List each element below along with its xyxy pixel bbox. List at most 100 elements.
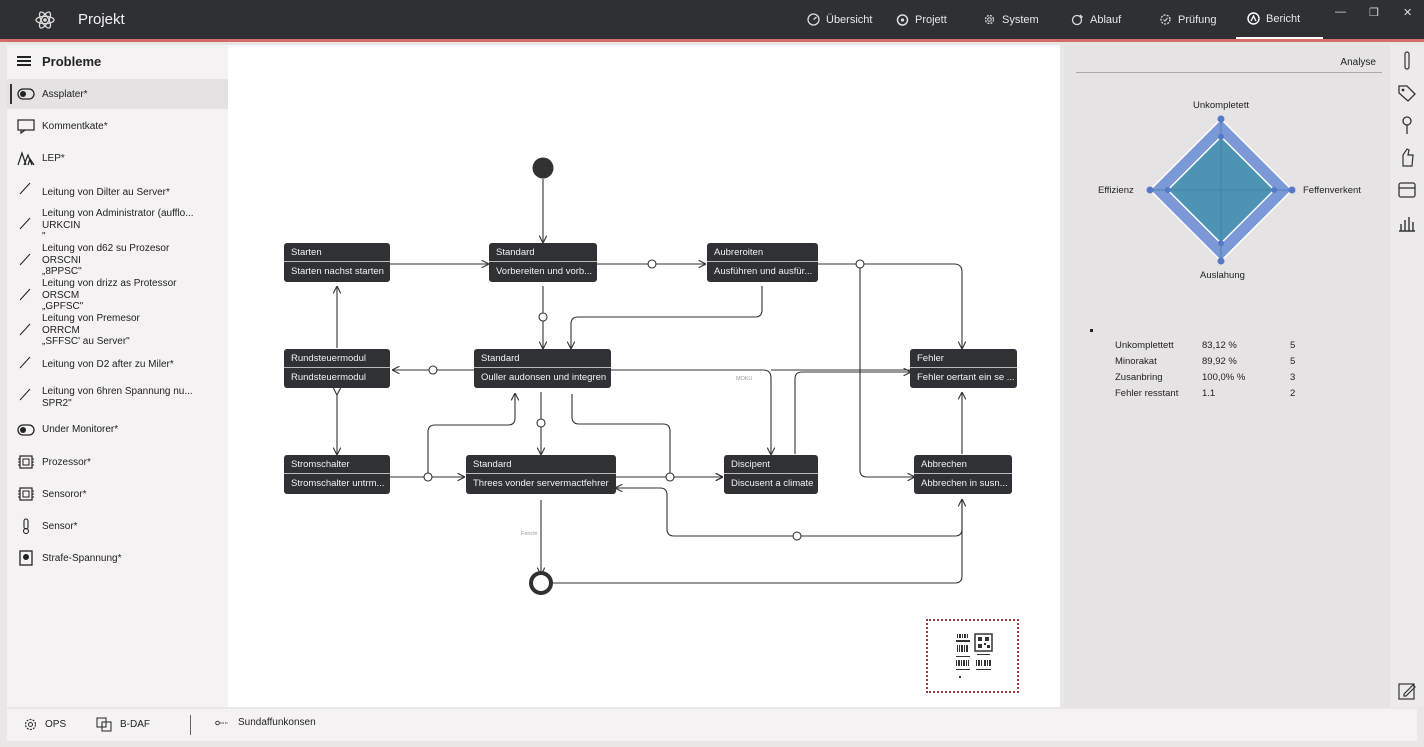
edge-discipent-fehler [794,372,910,454]
sidebar-item-strafe-spannung[interactable]: Strafe-Spannung* [7,543,228,573]
thumbs-icon[interactable] [1396,146,1418,168]
tab-ablauf[interactable]: Ablauf [1071,0,1121,39]
node-standard-2[interactable]: Standard Ouller audonsen und integren [474,349,611,388]
sidebar-item-assplater[interactable]: Assplater* [7,79,228,109]
square-icon [19,550,33,566]
app-title: Projekt [78,11,125,28]
sidebar-item-leitung-administrator[interactable]: Leitung von Administrator (aufflo... URK… [7,205,228,242]
node-standard-3[interactable]: Standard Threes vonder servermactfehrer [466,455,616,494]
scrollbar-handle-icon[interactable] [1396,50,1418,72]
sidebar-item-leitung-drizz[interactable]: Leitung von drizz as Protessor ORSCM „GP… [7,276,228,312]
menu-icon[interactable] [17,56,31,66]
sidebar-item-label: Kommentkate* [42,121,108,132]
bdaf-button[interactable]: B-DAF [96,717,150,732]
edge-aubreroiten-fehler [818,263,962,348]
node-abbrechen[interactable]: Abbrechen Abbrechen in susn... [914,455,1012,494]
sidebar-item-leitung-d62[interactable]: Leitung von d62 su Prozesor ORSCNI „8PPS… [7,241,228,277]
tab-label: Übersicht [826,13,873,26]
radar-point-inner [1218,133,1224,140]
bar-chart-icon[interactable] [1396,212,1418,234]
junction-node [792,531,802,541]
tab-pruefung[interactable]: Prüfung [1159,0,1217,39]
sidebar-item-kommentkate[interactable]: Kommentkate* [7,111,228,141]
gauge-icon [807,13,820,26]
chip-icon [18,487,34,501]
lep-icon [17,151,35,166]
junction-node [647,259,657,269]
stat-name: Fehler resstant [1115,388,1179,399]
node-stromschalter[interactable]: Stromschalter Stromschalter untrm... [284,455,390,494]
radar-axis-label: Effizienz [1098,185,1134,196]
sundaffunkonsen-button[interactable]: Sundaffunkonsen [215,717,316,728]
tab-projett[interactable]: Projett [896,0,947,39]
node-aubreroiten[interactable]: Aubreroiten Ausführen und ausfür... [707,243,818,282]
junction-node [855,259,865,269]
sidebar-item-under-monitorer[interactable]: Under Monitorer* [7,415,228,445]
diagram-canvas[interactable]: Starten Starten nachst starten Standard … [228,45,1060,707]
node-body: Starten nachst starten [291,266,384,277]
sidebar-item-lep[interactable]: LEP* [7,143,228,173]
junction-node [428,365,438,375]
maximize-button[interactable]: ❐ [1369,6,1379,19]
sidebar-item-leitung-d2[interactable]: Leitung von D2 after zu Miler* [7,349,228,379]
stat-row: Fehler resstant 1.1 2 [1115,388,1365,404]
radar-axis-label: Feffenverkent [1303,185,1361,196]
title-bar: Projekt Übersicht Projett System Ablauf … [0,0,1424,39]
tab-bericht[interactable]: Bericht [1236,0,1323,39]
node-body: Ausführen und ausfür... [714,266,813,277]
junction-node [665,472,675,482]
sidebar-item-label: Leitung von drizz as Protessor ORSCM „GP… [42,278,177,312]
junction-node [423,472,433,482]
sidebar-item-sensor[interactable]: Sensor* [7,511,228,541]
node-body: Discusent a climate [731,478,814,489]
tab-label: Projett [915,13,947,26]
node-fehler[interactable]: Fehler Fehler oertant ein se ... [910,349,1017,388]
node-body: Abbrechen in susn... [921,478,1008,489]
sidebar-item-label: Leitung von Dilter au Server* [42,187,170,198]
stat-value: 100,0% % [1202,372,1246,383]
chip-icon [18,455,34,469]
node-discipent[interactable]: Discipent Discusent a climate [724,455,818,494]
sidebar-item-prozessor[interactable]: Prozessor* [7,447,228,477]
tab-label: Prüfung [1178,13,1217,26]
sidebar-item-label: Sensoror* [42,489,87,500]
tab-uebersicht[interactable]: Übersicht [807,0,872,39]
minimize-button[interactable]: — [1335,6,1346,18]
sidebar-item-label: Leitung von Premesor ORRCM „SFFSC' au Se… [42,313,140,347]
radar-point-inner [1271,187,1278,193]
pin-icon[interactable] [1396,114,1418,136]
edge-aubreroiten-standard2 [571,286,763,348]
right-toolbar [1391,45,1424,707]
node-starten[interactable]: Starten Starten nachst starten [284,243,390,282]
stat-count: 3 [1290,372,1296,383]
stat-row: Unkomplettett 83,12 % 5 [1115,340,1365,356]
bullet-dot [1090,329,1093,332]
bdaf-label: B-DAF [120,719,150,730]
comment-icon [17,119,35,134]
sidebar-item-sensoror[interactable]: Sensoror* [7,479,228,509]
edit-icon[interactable] [1396,680,1418,702]
radar-point-inner [1218,240,1224,247]
node-body: Rundsteuermodul [291,372,366,383]
node-title: Standard [489,243,597,262]
node-body: Fehler oertant ein se ... [917,372,1015,383]
node-body: Vorbereiten und vorb... [496,266,593,277]
tab-system[interactable]: System [983,0,1039,39]
accent-line [0,39,1424,42]
sidebar-item-leitung-premesor[interactable]: Leitung von Premesor ORRCM „SFFSC' au Se… [7,311,228,347]
close-button[interactable]: ✕ [1403,6,1412,19]
sidebar-item-label: Assplater* [42,89,88,100]
tag-icon[interactable] [1396,82,1418,104]
ops-button[interactable]: OPS [23,717,66,732]
node-standard-1[interactable]: Standard Vorbereiten und vorb... [489,243,597,282]
stat-row: Zusanbring 100,0% % 3 [1115,372,1365,388]
thermometer-icon [22,518,30,534]
line-icon [19,182,31,195]
node-rundsteuermodul[interactable]: Rundsteuermodul Rundsteuermodul [284,349,390,388]
line-icon [19,288,31,301]
window-icon[interactable] [1396,179,1418,201]
node-title: Standard [474,349,611,368]
sidebar-item-leitung-6hren[interactable]: Leitung von 6hren Spannung nu... SPR2" [7,381,228,413]
sidebar-item-label: Prozessor* [42,457,91,468]
sidebar-item-leitung-dilter[interactable]: Leitung von Dilter au Server* [7,175,228,205]
